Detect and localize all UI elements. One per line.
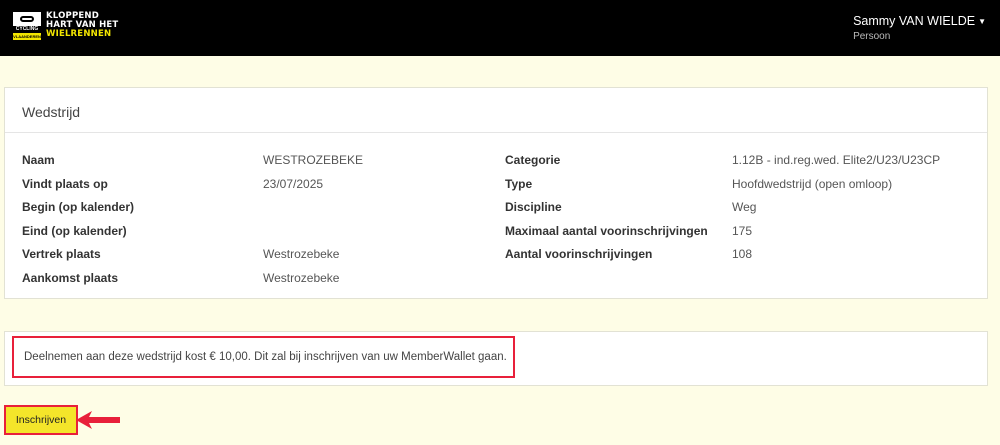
- panel-title: Wedstrijd: [5, 88, 987, 133]
- red-arrow-annotation-icon: [76, 411, 120, 429]
- field-value-discipline: Weg: [732, 200, 757, 214]
- field-value-max-preregistrations: 175: [732, 224, 753, 238]
- field-label-naam: Naam: [22, 153, 55, 167]
- user-name-row[interactable]: Sammy VAN WIELDE ▼: [853, 14, 986, 28]
- field-label-begin: Begin (op kalender): [22, 200, 135, 214]
- field-value-departure: Westrozebeke: [263, 247, 340, 261]
- field-value-arrival: Westrozebeke: [263, 271, 340, 285]
- field-value-date: 23/07/2025: [263, 177, 324, 191]
- fee-notice-text: Deelnemen aan deze wedstrijd kost € 10,0…: [12, 336, 515, 378]
- race-details-panel: Wedstrijd Naam WESTROZEBEKE Vindt plaats…: [4, 87, 988, 299]
- field-label-type: Type: [505, 177, 533, 191]
- field-label-discipline: Discipline: [505, 200, 562, 214]
- user-name: Sammy VAN WIELDE: [853, 14, 976, 28]
- fee-notice-panel: Deelnemen aan deze wedstrijd kost € 10,0…: [4, 331, 988, 386]
- caret-down-icon: ▼: [978, 17, 986, 27]
- field-label-category: Categorie: [505, 153, 561, 167]
- user-role: Persoon: [853, 31, 891, 42]
- field-value-category: 1.12B - ind.reg.wed. Elite2/U23/U23CP: [732, 153, 941, 167]
- field-value-preregistrations: 108: [732, 247, 753, 261]
- field-label-arrival: Aankomst plaats: [22, 271, 119, 285]
- field-label-preregistrations: Aantal voorinschrijvingen: [505, 247, 653, 261]
- logo-text: KLOPPEND HART VAN HET WIELRENNEN: [46, 12, 118, 39]
- field-label-max-preregistrations: Maximaal aantal voorinschrijvingen: [505, 224, 708, 238]
- cycling-vlaanderen-logo[interactable]: CYCLING VLAANDEREN KLOPPEND HART VAN HET…: [13, 12, 118, 40]
- glasses-icon: [20, 16, 34, 22]
- logo-badge-text: CYCLING: [13, 26, 41, 33]
- field-value-type: Hoofdwedstrijd (open omloop): [732, 177, 893, 191]
- logo-badge-subtext: VLAANDEREN: [13, 33, 41, 40]
- logo-line-3: WIELRENNEN: [46, 29, 112, 39]
- field-value-naam: WESTROZEBEKE: [263, 153, 364, 167]
- register-button[interactable]: Inschrijven: [4, 405, 78, 435]
- top-navbar: CYCLING VLAANDEREN KLOPPEND HART VAN HET…: [0, 0, 1000, 56]
- logo-badge: CYCLING VLAANDEREN: [13, 12, 41, 40]
- field-label-departure: Vertrek plaats: [22, 247, 101, 261]
- user-menu[interactable]: Sammy VAN WIELDE ▼ Persoon: [853, 14, 986, 42]
- field-label-date: Vindt plaats op: [22, 177, 108, 191]
- field-label-end: Eind (op kalender): [22, 224, 127, 238]
